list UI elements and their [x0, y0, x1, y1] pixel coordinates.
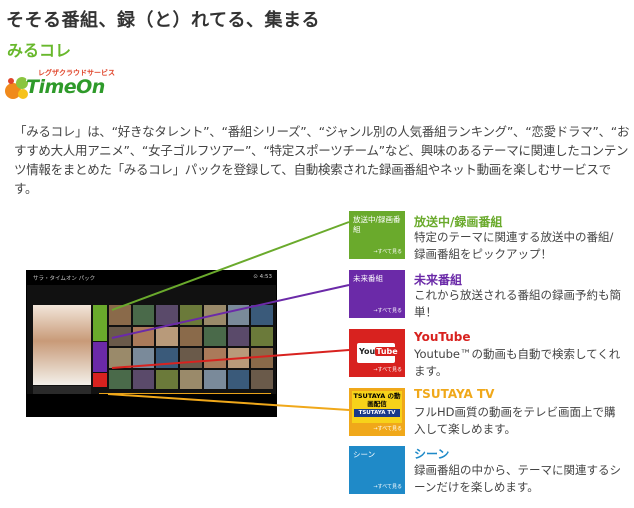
- service-title-broadcast: 放送中/録画番組: [414, 215, 503, 229]
- tile-scene-label: シーン: [353, 450, 376, 459]
- connector-yellow: [107, 393, 350, 411]
- tile-broadcast[interactable]: 放送中/録画番組 →すべて見る: [349, 211, 405, 259]
- tile-broadcast-label: 放送中/録画番組: [353, 215, 401, 234]
- tile-tsutaya-strip: TSUTAYA TV: [354, 409, 400, 417]
- tile-scene[interactable]: シーン →すべて見る: [349, 446, 405, 494]
- tile-broadcast-more: →すべて見る: [373, 249, 402, 255]
- tile-tsutaya-label: TSUTAYA の動画配信: [353, 392, 401, 408]
- tile-scene-more: →すべて見る: [373, 484, 402, 490]
- service-text-scene: 録画番組の中から、テーマに関連するシーンだけを楽しめます。: [414, 463, 621, 494]
- tsutaya-logo-icon: TSUTAYA の動画配信 TSUTAYA TV: [352, 391, 402, 423]
- connector-green: [111, 221, 350, 311]
- tile-tsutaya[interactable]: TSUTAYA の動画配信 TSUTAYA TV →すべて見る: [349, 388, 405, 436]
- tile-future-more: →すべて見る: [373, 308, 402, 314]
- service-title-future: 未来番組: [414, 273, 463, 287]
- service-text-future: これから放送される番組の録画予約も簡単！: [414, 288, 621, 319]
- tile-tsutaya-more: →すべて見る: [373, 426, 402, 432]
- service-title-tsutaya: TSUTAYA TV: [414, 387, 495, 401]
- tile-youtube[interactable]: YouTube →すべて見る: [349, 329, 405, 377]
- tile-future-label: 未来番組: [353, 274, 383, 283]
- tile-youtube-more: →すべて見る: [373, 367, 402, 373]
- connector-red: [111, 349, 350, 369]
- tile-future[interactable]: 未来番組 →すべて見る: [349, 270, 405, 318]
- service-text-youtube: Youtube™の動画も自動で検索してくれます。: [414, 347, 621, 378]
- service-title-scene: シーン: [414, 447, 450, 461]
- service-text-broadcast: 特定のテーマに関連する放送中の番組/録画番組をピックアップ！: [414, 230, 614, 261]
- service-title-youtube: YouTube: [414, 330, 471, 344]
- service-text-tsutaya: フルHD画質の動画をテレビ画面上で購入して楽しめます。: [414, 405, 616, 436]
- youtube-logo-icon: YouTube: [357, 343, 399, 363]
- connector-purple: [111, 284, 350, 339]
